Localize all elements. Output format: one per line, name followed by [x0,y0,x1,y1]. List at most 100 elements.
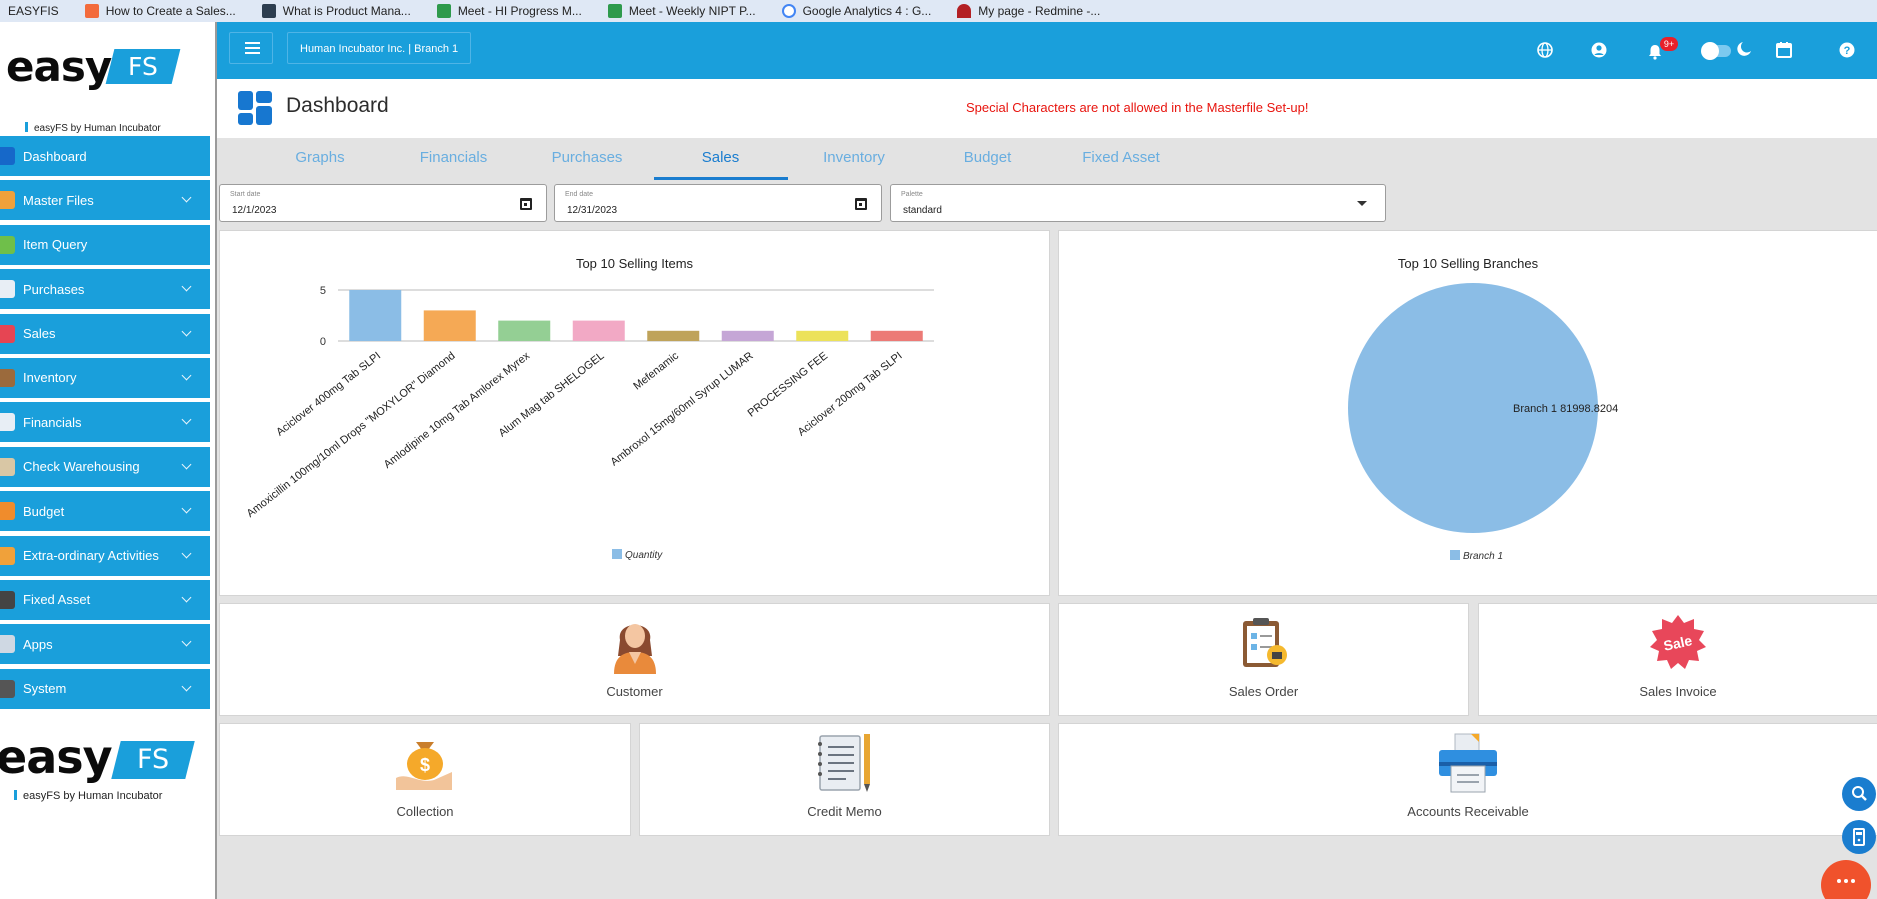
bookmark-easyfis[interactable]: EASYFIS [8,4,59,18]
bar[interactable] [796,330,849,341]
bar[interactable] [349,290,402,341]
chevron-down-icon [181,548,192,558]
bookmark-label: What is Product Mana... [282,4,411,18]
end-date-input[interactable] [567,205,767,216]
dropdown-arrow-icon[interactable] [1357,201,1367,206]
bar[interactable] [572,320,625,341]
logo-word: easy [0,730,113,784]
pr-icon [261,4,276,18]
bar[interactable] [498,320,551,341]
sidebar-item-label: Master Files [23,192,94,208]
sidebar-item-extra-ordinary-activities[interactable]: Extra-ordinary Activities [0,535,210,576]
sidebar-item-item-query[interactable]: Item Query [0,224,210,265]
chevron-down-icon [181,503,192,514]
bookmark-sales-guide[interactable]: How to Create a Sales... [84,4,236,18]
purchases-icon [0,280,15,299]
svg-text:?: ? [1844,45,1851,57]
sidebar-item-budget[interactable]: Budget [0,491,210,532]
sidebar-item-system[interactable]: System [0,668,210,709]
bookmark-meet-weekly[interactable]: Meet - Weekly NIPT P... [607,4,756,18]
top-selling-items-chart: 50Aciclover 400mg Tab SLPIAmoxicillin 10… [245,285,934,561]
tab-sales[interactable]: Sales [653,138,788,180]
dashboard-tabs: Graphs Financials Purchases Sales Inventory B… [217,138,1877,182]
customer-tile[interactable]: Customer [219,603,1050,716]
calendar-icon[interactable] [1775,41,1793,59]
end-date-field[interactable]: End date [554,184,882,222]
sidebar-item-sales[interactable]: Sales [0,313,210,354]
sidebar-nav: Dashboard Master Files Item Query Purchases… [0,136,210,713]
tab-financials[interactable]: Financials [387,138,521,178]
sidebar-item-fixed-asset[interactable]: Fixed Asset [0,579,210,620]
sidebar-item-inventory[interactable]: Inventory [0,357,210,398]
bar[interactable] [721,330,774,341]
bookmark-label: Meet - HI Progress M... [457,4,582,18]
legend-swatch [1450,550,1460,560]
sidebar-item-label: Inventory [23,370,77,386]
financials-icon [0,413,15,432]
chevron-down-icon [181,370,192,381]
bookmark-redmine[interactable]: My page - Redmine -... [957,4,1100,18]
tile-label: Sales Invoice [1639,684,1717,699]
bar[interactable] [647,330,700,341]
y-tick-label: 5 [320,285,326,297]
budget-icon [0,502,15,521]
sales-order-icon [1242,618,1287,667]
accounts-receivable-tile[interactable]: Accounts Receivable [1058,723,1877,836]
x-tick-label: Mefenamic [631,350,681,393]
credit-memo-tile[interactable]: Credit Memo [639,723,1050,836]
tab-graphs[interactable]: Graphs [253,138,387,178]
dark-mode-toggle[interactable] [1701,42,1731,60]
tile-label: Customer [606,684,663,699]
globe-icon[interactable] [1537,42,1553,58]
logo-top[interactable]: easy FS easyFS by Human Incubator [0,42,217,134]
palette-value: standard [903,205,942,216]
bookmark-google-analytics[interactable]: Google Analytics 4 : G... [781,4,931,18]
start-date-input[interactable] [232,205,432,216]
legend-swatch [612,549,622,559]
calendar-icon[interactable] [855,198,867,210]
tab-purchases[interactable]: Purchases [520,138,654,178]
sidebar-item-label: Budget [23,503,65,519]
bar[interactable] [870,330,923,341]
sidebar-item-financials[interactable]: Financials [0,402,210,443]
credit-memo-icon [817,734,870,792]
master-files-icon [0,191,15,210]
more-actions-fab[interactable] [1821,860,1871,899]
collection-tile[interactable]: $ Collection [219,723,631,836]
chevron-down-icon [181,414,192,425]
x-tick-label: Amlodipine 10mg Tab Amlorex Myrex [382,350,533,471]
sidebar-item-apps[interactable]: Apps [0,624,210,665]
help-icon[interactable]: ? [1839,42,1855,58]
x-tick-label: Ambroxol 15mg/60ml Syrup LUMAR [608,350,755,469]
account-icon[interactable] [1591,42,1607,58]
chevron-down-icon [181,459,192,470]
bookmark-meet-progress[interactable]: Meet - HI Progress M... [436,4,582,18]
logo-badge: FS [105,49,181,84]
tab-budget[interactable]: Budget [921,138,1055,178]
sidebar-item-label: System [23,681,67,697]
bar[interactable] [423,310,476,341]
apps-icon [0,635,15,654]
tab-fixed-asset[interactable]: Fixed Asset [1054,138,1188,178]
calculator-fab[interactable] [1842,820,1876,854]
sidebar-item-label: Dashboard [23,148,87,164]
moon-icon [1737,42,1751,56]
calendar-icon[interactable] [520,198,532,210]
accounts-receivable-icon [1439,733,1497,793]
notification-badge: 9+ [1660,37,1678,51]
logo-word: easy [6,42,112,91]
search-fab[interactable] [1842,777,1876,811]
palette-select[interactable]: Palette standard [890,184,1386,222]
sales-invoice-tile[interactable]: Sale Sales Invoice [1478,603,1877,716]
sidebar-item-check-warehousing[interactable]: Check Warehousing [0,446,210,487]
x-tick-label: PROCESSING FEE [746,350,830,420]
hamburger-menu-button[interactable] [229,32,273,64]
tab-inventory[interactable]: Inventory [787,138,921,178]
sidebar-item-purchases[interactable]: Purchases [0,269,210,310]
bookmark-product-management[interactable]: What is Product Mana... [261,4,411,18]
sales-order-tile[interactable]: Sales Order [1058,603,1469,716]
company-branch-selector[interactable]: Human Incubator Inc. | Branch 1 [287,32,472,64]
start-date-field[interactable]: Start date [219,184,547,222]
sidebar-item-dashboard[interactable]: Dashboard [0,136,210,176]
sidebar-item-master-files[interactable]: Master Files [0,180,210,221]
